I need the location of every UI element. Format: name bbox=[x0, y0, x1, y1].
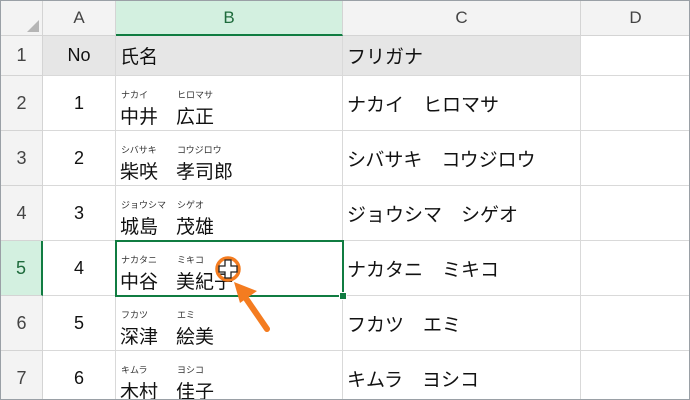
given-furigana: コウジロウ bbox=[177, 146, 222, 156]
surname-text: 中井 bbox=[120, 106, 159, 128]
cell-c6[interactable]: フカツ エミ bbox=[343, 296, 581, 351]
cell-a7[interactable]: 6 bbox=[43, 351, 116, 399]
surname-text: 柴咲 bbox=[120, 161, 159, 183]
cell-a2[interactable]: 1 bbox=[43, 76, 116, 131]
surname-furigana: シバサキ bbox=[121, 146, 157, 156]
cell-c2[interactable]: ナカイ ヒロマサ bbox=[343, 76, 581, 131]
annotation-arrow-icon bbox=[234, 282, 270, 332]
fill-cross-cursor-icon bbox=[218, 259, 238, 279]
row-header-4[interactable]: 4 bbox=[1, 186, 43, 241]
cell-d4[interactable] bbox=[581, 186, 689, 241]
cell-b3[interactable]: シバサキ コウジロウ 柴咲 孝司郎 bbox=[116, 131, 343, 186]
cell-a6[interactable]: 5 bbox=[43, 296, 116, 351]
given-furigana: ヨシコ bbox=[177, 366, 205, 376]
surname-furigana: ジョウシマ bbox=[121, 201, 167, 211]
cell-d1[interactable] bbox=[581, 36, 689, 76]
cell-b1[interactable]: 氏名 bbox=[116, 36, 343, 76]
given-text: 孝司郎 bbox=[176, 161, 234, 183]
surname-furigana: ナカタニ bbox=[121, 256, 158, 266]
column-header-b[interactable]: B bbox=[116, 1, 343, 36]
given-text: 広正 bbox=[176, 106, 215, 128]
row-header-5[interactable]: 5 bbox=[1, 241, 43, 296]
cell-a4[interactable]: 3 bbox=[43, 186, 116, 241]
given-furigana: ヒロマサ bbox=[177, 91, 214, 101]
surname-text: 深津 bbox=[120, 326, 159, 348]
given-furigana: エミ bbox=[177, 311, 196, 321]
cell-c1[interactable]: フリガナ bbox=[343, 36, 581, 76]
given-furigana: ミキコ bbox=[177, 256, 205, 266]
surname-furigana: フカツ bbox=[121, 311, 149, 321]
cell-c3[interactable]: シバサキ コウジロウ bbox=[343, 131, 581, 186]
row-header-7[interactable]: 7 bbox=[1, 351, 43, 399]
given-text: 茂雄 bbox=[176, 216, 215, 238]
cell-b2[interactable]: ナカイ ヒロマサ 中井 広正 bbox=[116, 76, 343, 131]
fill-handle[interactable] bbox=[339, 292, 347, 300]
row-header-2[interactable]: 2 bbox=[1, 76, 43, 131]
cell-a1[interactable]: No bbox=[43, 36, 116, 76]
cell-b7[interactable]: キムラ ヨシコ 木村 佳子 bbox=[116, 351, 343, 400]
cell-d3[interactable] bbox=[581, 131, 689, 186]
cell-d2[interactable] bbox=[581, 76, 689, 131]
cell-d5[interactable] bbox=[581, 241, 689, 296]
cell-a5[interactable]: 4 bbox=[43, 241, 116, 296]
cell-c5[interactable]: ナカタニ ミキコ bbox=[343, 241, 581, 296]
surname-furigana: キムラ bbox=[121, 366, 148, 376]
surname-furigana: ナカイ bbox=[121, 91, 149, 101]
given-furigana: シゲオ bbox=[177, 201, 205, 211]
column-header-a[interactable]: A bbox=[43, 1, 116, 36]
cell-c7[interactable]: キムラ ヨシコ bbox=[343, 351, 581, 399]
spreadsheet-window: A B C D 1 2 3 4 5 6 7 No 氏名 フリガナ 1 ナカイ ヒ… bbox=[0, 0, 690, 400]
surname-text: 中谷 bbox=[120, 271, 159, 293]
surname-text: 城島 bbox=[120, 216, 159, 238]
column-header-d[interactable]: D bbox=[581, 1, 689, 36]
cell-d7[interactable] bbox=[581, 351, 689, 399]
cell-a3[interactable]: 2 bbox=[43, 131, 116, 186]
cursor-annotation bbox=[215, 256, 270, 332]
given-text: 佳子 bbox=[176, 381, 215, 400]
column-header-c[interactable]: C bbox=[343, 1, 581, 36]
row-header-3[interactable]: 3 bbox=[1, 131, 43, 186]
select-all-button[interactable] bbox=[1, 1, 43, 36]
select-all-triangle-icon bbox=[27, 20, 39, 32]
surname-text: 木村 bbox=[120, 381, 159, 400]
row-header-1[interactable]: 1 bbox=[1, 36, 43, 76]
row-header-6[interactable]: 6 bbox=[1, 296, 43, 351]
cell-d6[interactable] bbox=[581, 296, 689, 351]
cell-c4[interactable]: ジョウシマ シゲオ bbox=[343, 186, 581, 241]
cell-b4[interactable]: ジョウシマ シゲオ 城島 茂雄 bbox=[116, 186, 343, 241]
